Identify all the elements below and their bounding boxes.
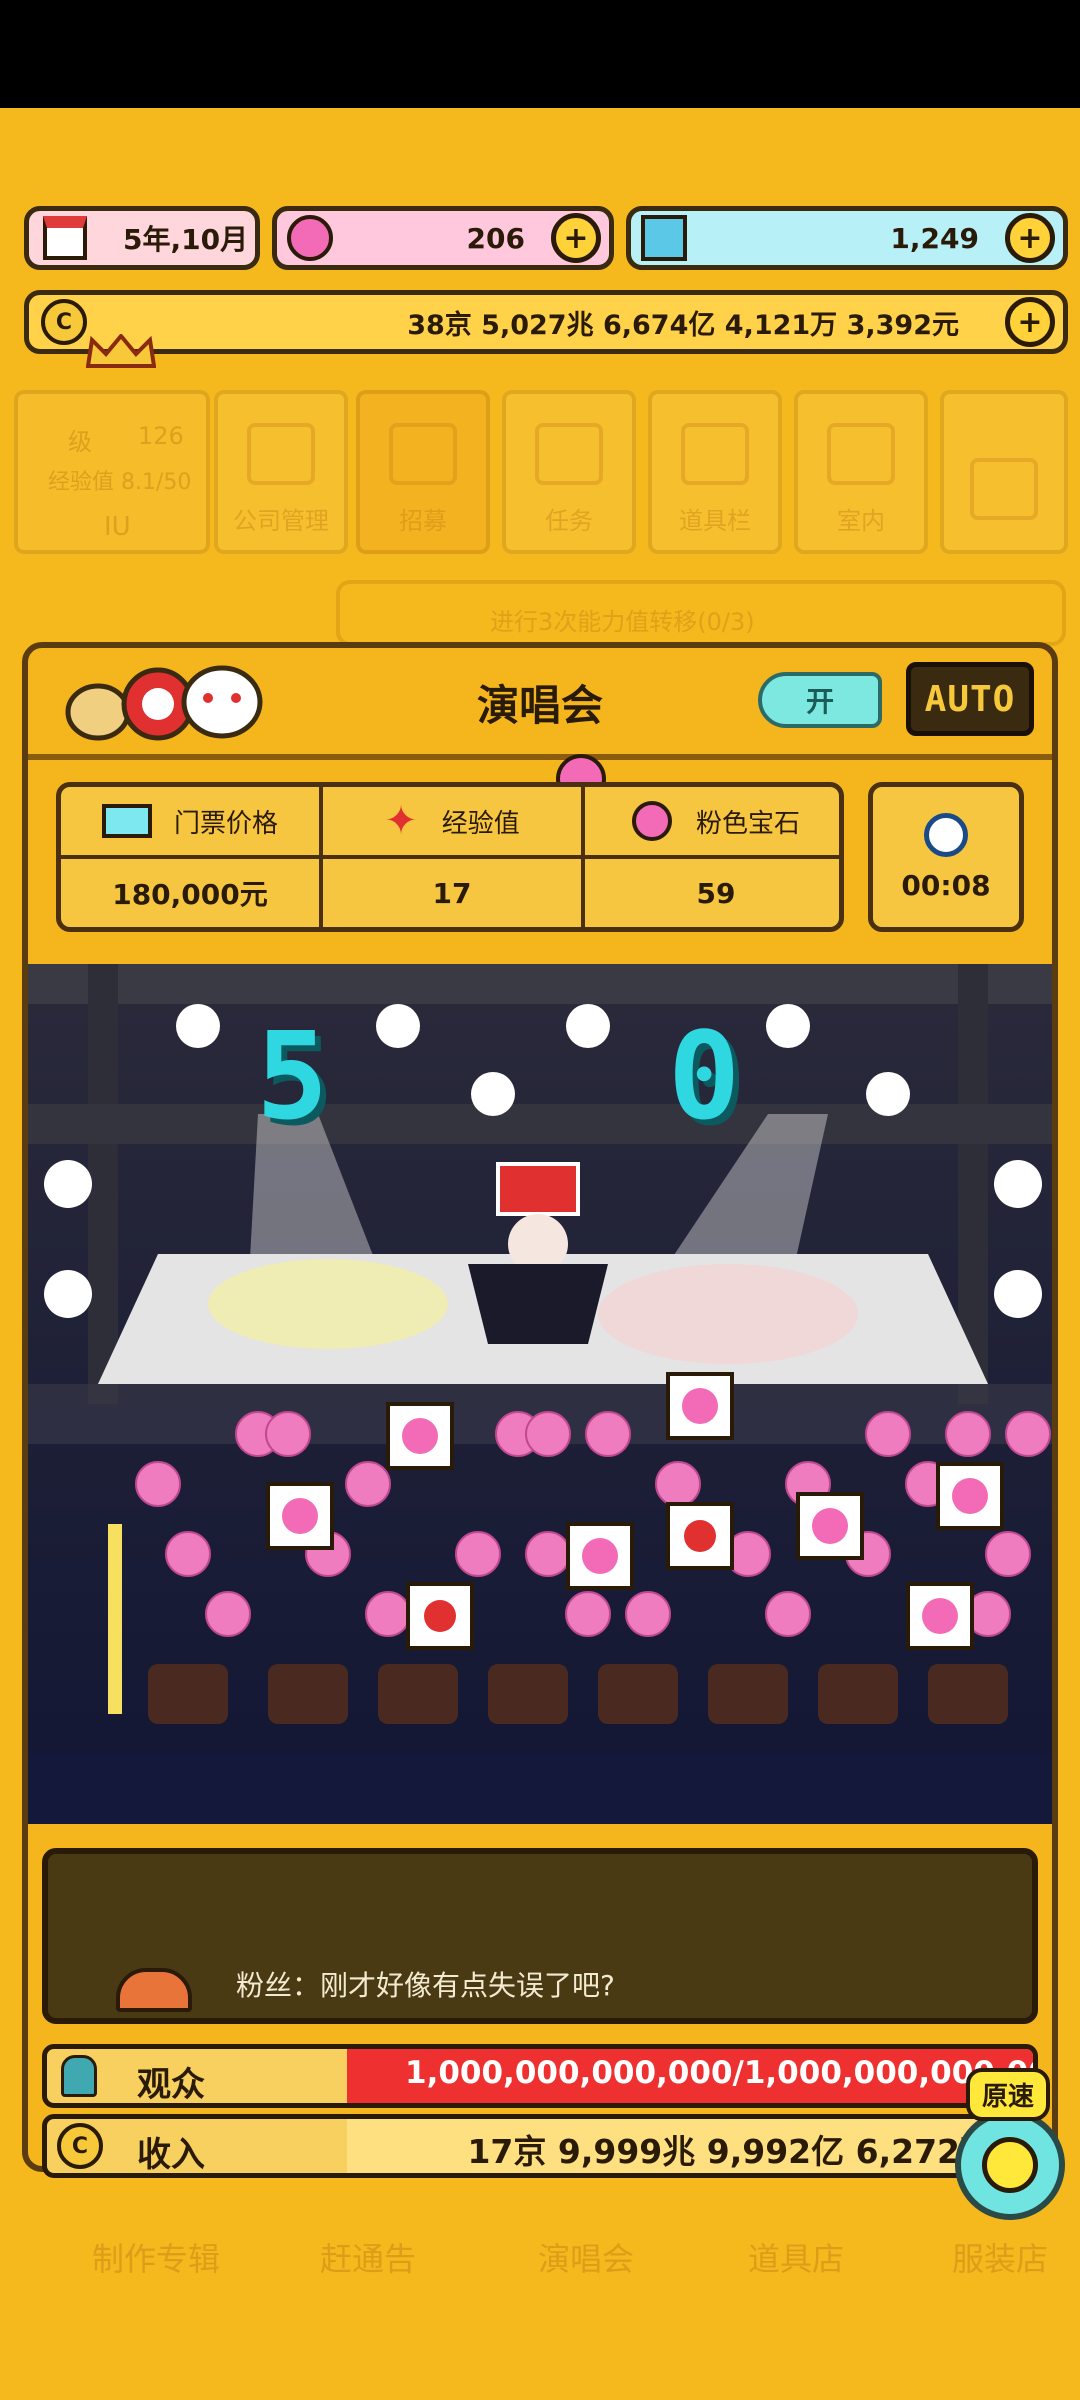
concert-header: 演唱会 开 AUTO — [28, 648, 1052, 760]
ticket-icon — [101, 804, 152, 838]
level-value: 126 — [138, 422, 184, 450]
paint-roller-icon — [827, 423, 895, 485]
pink-gem-value: 59 — [696, 876, 736, 910]
level-label: 级 — [68, 428, 92, 456]
character-name: IU — [104, 512, 131, 542]
date-pill: 5年,10月 — [24, 206, 260, 270]
tab-label: 演唱会 — [537, 2240, 634, 2278]
menu-inventory[interactable]: 道具栏 — [648, 390, 782, 554]
person-icon — [61, 2055, 97, 2097]
pink-gem-label: 粉色宝石 — [695, 808, 800, 839]
stopwatch-icon — [982, 2137, 1038, 2193]
add-diamond-button[interactable]: + — [1005, 213, 1055, 263]
tab-album[interactable]: 制作专辑 — [56, 2160, 256, 2400]
tab-concert[interactable]: 演唱会 — [486, 2160, 686, 2400]
diamond-count: 1,249 — [890, 221, 979, 255]
menu-label: 室内 — [837, 507, 885, 535]
income-label: 收入 — [137, 2135, 205, 2175]
audience-label: 观众 — [137, 2065, 205, 2105]
fan-avatar-icon — [116, 1968, 192, 2012]
quest-text: 进行3次能力值转移(0/3) — [490, 608, 755, 636]
pink-gem-icon — [631, 801, 672, 841]
auto-button[interactable]: AUTO — [906, 662, 1034, 736]
speed-label: 原速 — [966, 2068, 1051, 2121]
profile-card-bg: 级 126 经验值 8.1/50 IU — [14, 390, 210, 554]
stage-illustration — [28, 964, 1052, 1824]
add-pink-gem-button[interactable]: + — [551, 213, 601, 263]
timer-box: 00:08 — [868, 782, 1024, 932]
concert-panel: 演唱会 开 AUTO 门票价格 180,000元 ✦ 经验值 17 粉色宝石 5… — [22, 642, 1058, 2178]
menu-company[interactable]: 公司管理 — [214, 390, 348, 554]
pink-gem-icon — [287, 215, 333, 261]
pink-gem-stat: 粉色宝石 59 — [585, 787, 839, 927]
megaphone-icon — [389, 423, 457, 485]
tab-schedule[interactable]: 赶通告 — [268, 2160, 468, 2400]
concert-title: 演唱会 — [476, 681, 603, 730]
stat-header: 门票价格 — [61, 787, 319, 859]
fan-message-text: 粉丝：刚才好像有点失误了吧? — [236, 1969, 615, 2002]
diamond-icon — [641, 215, 687, 261]
concert-stage-scene: 5 0 — [28, 964, 1052, 1824]
menu-label: 任务 — [545, 507, 593, 535]
menu-label: 公司管理 — [233, 507, 329, 535]
exp-label: 经验值 8.1/50 — [48, 470, 192, 495]
timer-value: 00:08 — [901, 868, 991, 902]
fan-message-box: 粉丝：刚才好像有点失误了吧? — [42, 1848, 1038, 2024]
building-icon — [247, 423, 315, 485]
tab-label: 道具店 — [747, 2240, 844, 2278]
mail-icon — [970, 458, 1038, 520]
scroll-icon — [535, 423, 603, 485]
menu-label: 道具栏 — [679, 507, 751, 535]
combo-digit-right: 0 — [668, 1008, 741, 1147]
stat-header: 粉色宝石 — [585, 787, 839, 859]
tab-label: 服装店 — [951, 2240, 1048, 2278]
pink-gem-pill: 206 + — [272, 206, 614, 270]
income-bar: C 收入 17京 9,999兆 9,992亿 6,272万 — [42, 2114, 1038, 2178]
exp-label: 经验值 — [441, 808, 520, 839]
chest-icon — [681, 423, 749, 485]
ticket-price-value: 180,000元 — [112, 878, 268, 911]
clock-icon — [924, 812, 968, 857]
system-status-bar — [0, 0, 1080, 108]
tab-item-shop[interactable]: 道具店 — [696, 2160, 896, 2400]
income-value: 17京 9,999兆 9,992亿 6,272万 — [467, 2132, 993, 2171]
pink-gem-count: 206 — [466, 221, 525, 255]
add-money-button[interactable]: + — [1005, 297, 1055, 347]
calendar-icon — [43, 216, 87, 260]
stat-header: ✦ 经验值 — [323, 787, 581, 859]
tab-label: 赶通告 — [319, 2240, 416, 2278]
menu-label: 招募 — [399, 507, 447, 535]
exp-value: 17 — [432, 876, 472, 910]
money-pill: C 38京 5,027兆 6,674亿 4,121万 3,392元 + — [24, 290, 1068, 354]
audience-bar: 观众 1,000,000,000,000/1,000,000,000,000 — [42, 2044, 1038, 2108]
menu-mail[interactable] — [940, 390, 1068, 554]
coin-icon: C — [41, 299, 87, 345]
ticket-price-label: 门票价格 — [173, 808, 278, 839]
exp-star-icon: ✦ — [384, 798, 418, 844]
coin-icon: C — [57, 2123, 103, 2169]
exp-stat: ✦ 经验值 17 — [323, 787, 585, 927]
crown-icon — [85, 332, 157, 368]
menu-recruit[interactable]: 招募 — [356, 390, 490, 554]
quest-banner-bg: 进行3次能力值转移(0/3) — [336, 580, 1066, 646]
auto-toggle[interactable]: 开 — [758, 672, 882, 728]
audience-value: 1,000,000,000,000/1,000,000,000,000 — [405, 2055, 1038, 2091]
money-amount: 38京 5,027兆 6,674亿 4,121万 3,392元 — [407, 309, 959, 341]
menu-quest[interactable]: 任务 — [502, 390, 636, 554]
menu-interior[interactable]: 室内 — [794, 390, 928, 554]
tab-label: 制作专辑 — [91, 2240, 220, 2278]
ticket-price-stat: 门票价格 180,000元 — [61, 787, 323, 927]
speed-button[interactable] — [955, 2110, 1065, 2220]
concert-stats: 门票价格 180,000元 ✦ 经验值 17 粉色宝石 59 — [56, 782, 844, 932]
date-text: 5年,10月 — [123, 223, 249, 256]
combo-digit-left: 5 — [256, 1008, 329, 1147]
diamond-pill: 1,249 + — [626, 206, 1068, 270]
